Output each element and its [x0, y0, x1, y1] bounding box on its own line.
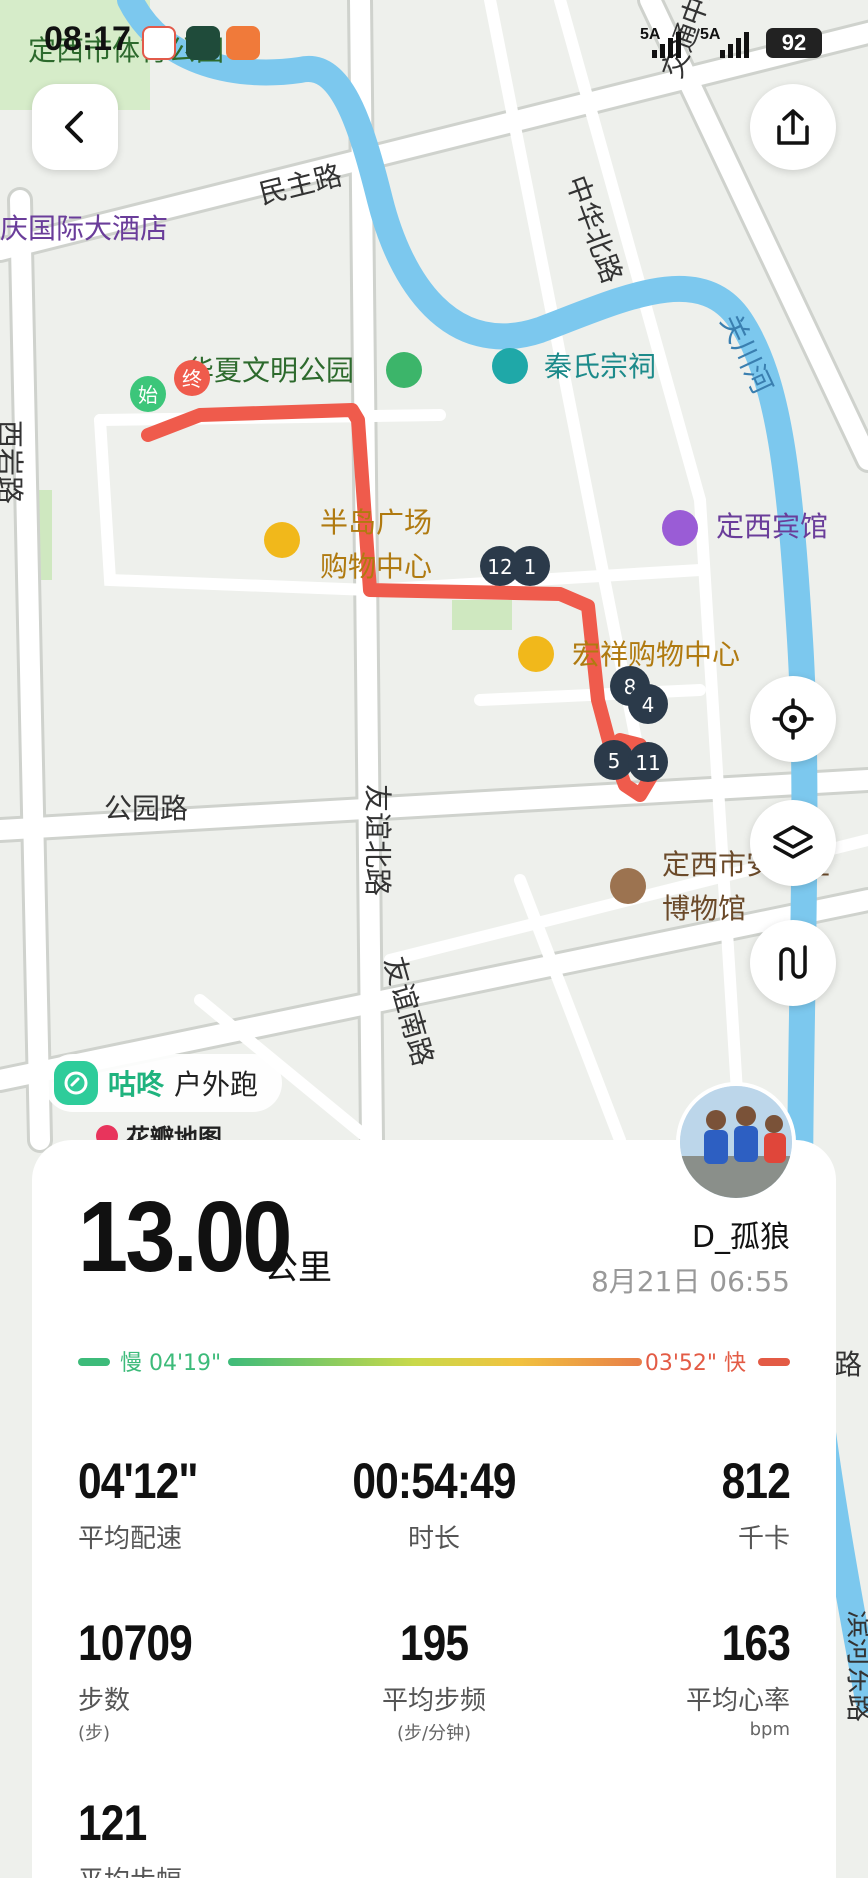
battery-indicator: 92 — [766, 28, 822, 58]
activity-date: 8月21日 06:55 — [590, 1265, 790, 1298]
svg-text:1: 1 — [524, 555, 537, 579]
signal-bars-icon — [652, 32, 681, 58]
museum-poi-icon — [610, 868, 646, 904]
map-label-binhe-road: 滨河东路 — [843, 1610, 868, 1722]
km-marker[interactable]: 5 — [594, 740, 634, 780]
km-marker[interactable]: 11 — [628, 742, 668, 782]
signal-bars-icon-2 — [720, 32, 749, 58]
svg-text:12: 12 — [487, 555, 512, 579]
map-label-museum-2: 博物馆 — [662, 892, 746, 925]
pace-fast-label: 03'52" 快 — [644, 1351, 746, 1376]
distance-unit: 公里 — [264, 1248, 332, 1288]
share-icon — [777, 109, 809, 145]
brand-activity: 户外跑 — [174, 1068, 259, 1101]
mall-poi-icon — [264, 522, 300, 558]
stat-heart-rate: 163 平均心率 bpm — [685, 1615, 791, 1740]
locate-icon — [772, 698, 814, 740]
stat-steps: 10709 步数 (步) — [78, 1615, 193, 1744]
svg-text:4: 4 — [642, 693, 655, 717]
route-replay-button[interactable] — [750, 920, 836, 1006]
mall-poi-icon-2 — [518, 636, 554, 672]
km-marker[interactable]: 4 — [628, 684, 668, 724]
park-poi-icon — [386, 352, 422, 388]
svg-text:5: 5 — [608, 749, 621, 773]
share-button[interactable] — [750, 84, 836, 170]
stat-calories: 812 千卡 — [721, 1453, 791, 1554]
chevron-left-icon — [65, 111, 83, 143]
map-label-peninsula-mall-1: 半岛广场 — [320, 506, 432, 539]
stat-cadence: 195 平均步频 (步/分钟) — [381, 1615, 486, 1744]
username: D_孤狼 — [691, 1220, 790, 1255]
back-button[interactable] — [32, 84, 118, 170]
temple-poi-icon — [492, 348, 528, 384]
stat-duration: 00:54:49 时长 — [352, 1453, 516, 1554]
layers-icon — [773, 825, 813, 859]
km-marker[interactable]: 1 — [510, 546, 550, 586]
layers-button[interactable] — [750, 800, 836, 886]
pace-gradient — [228, 1358, 642, 1366]
route-icon — [779, 945, 807, 981]
map-label-civilization-park: 华夏文明公园 — [186, 354, 354, 387]
status-time: 08:17 — [44, 20, 131, 58]
codoon-logo-icon — [54, 1061, 98, 1105]
pace-range-bar: 慢 04'19" 03'52" 快 — [78, 1345, 790, 1379]
brand-name: 咕咚 — [108, 1068, 165, 1101]
svg-text:始: 始 — [138, 383, 158, 407]
app-notification-icon-2 — [226, 26, 260, 60]
svg-text:11: 11 — [635, 751, 660, 775]
avatar[interactable] — [676, 1082, 796, 1202]
hotel-poi-icon — [662, 510, 698, 546]
pace-slow-marker — [78, 1358, 110, 1366]
calendar-icon — [142, 26, 176, 60]
stat-avg-pace: 04'12" 平均配速 — [78, 1453, 199, 1554]
map-label-peninsula-mall-2: 购物中心 — [320, 550, 432, 583]
map-label-hotel: 庆国际大酒店 — [0, 212, 168, 245]
status-bar: 08:17 5A 5A 92 — [0, 0, 868, 90]
pace-fast-marker — [758, 1358, 790, 1366]
pace-slow-label: 慢 04'19" — [120, 1351, 222, 1376]
map-label-qin-temple: 秦氏宗祠 — [544, 350, 656, 383]
map-label-park-road: 公园路 — [104, 792, 188, 825]
stat-stride: 121 平均步幅 — [78, 1795, 182, 1878]
map-label-road-fragment: 路 — [834, 1348, 862, 1381]
app-notification-icon — [186, 26, 220, 60]
distance-value: 13.00 — [78, 1181, 292, 1293]
brand-badge: 咕咚 户外跑 — [44, 1054, 283, 1112]
map-label-youyi-north: 友谊北路 — [361, 784, 394, 896]
signal-2-label: 5A — [700, 26, 721, 43]
svg-text:终: 终 — [182, 367, 202, 391]
locate-button[interactable] — [750, 676, 836, 762]
map-label-guesthouse: 定西宾馆 — [716, 510, 828, 543]
map-label-xiyan-road: 西岩路 — [0, 420, 26, 504]
map-label-hongxiang-mall: 宏祥购物中心 — [572, 638, 740, 671]
